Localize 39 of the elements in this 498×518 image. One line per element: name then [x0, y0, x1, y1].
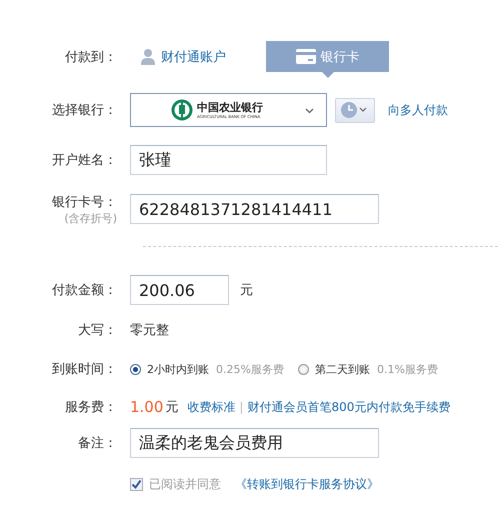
card-icon [296, 49, 316, 64]
field-label: 开户姓名： [51, 152, 118, 169]
agreement-text: 已阅读并同意 [149, 476, 221, 493]
name-input[interactable]: 张瑾 [130, 145, 327, 175]
bank-name: 中国农业银行 [197, 102, 263, 112]
fee-standard-link[interactable]: 收费标准 [187, 398, 236, 416]
checkmark-icon [131, 479, 142, 490]
pointer-icon [322, 72, 334, 78]
agreement-link[interactable]: 《转账到银行卡服务协议》 [235, 476, 379, 493]
field-label: 付款到： [64, 48, 118, 66]
currency-unit: 元 [165, 399, 178, 416]
field-label: 到账时间： [51, 361, 118, 378]
field-label: 服务费： [64, 399, 118, 416]
checkbox[interactable] [130, 478, 143, 491]
field-label: 选择银行： [51, 102, 118, 119]
amount-in-words: 零元整 [130, 322, 169, 339]
card-number-input[interactable]: 6228481371281414411 [130, 194, 379, 224]
chevron-down-icon [305, 108, 314, 114]
amount-input[interactable]: 200.06 [130, 275, 229, 305]
option-label[interactable]: 2小时内到账 [147, 362, 209, 376]
currency-unit: 元 [240, 282, 253, 299]
promo-link[interactable]: 财付通会员首笔800元内付款免手续费 [247, 398, 450, 416]
field-label: 银行卡号： [52, 194, 117, 211]
field-label: 付款金额： [51, 282, 118, 299]
payee-tab[interactable]: 财付通账户 [130, 41, 266, 72]
radio-button[interactable] [130, 364, 141, 374]
fee-rate: 0.1%服务费 [376, 362, 438, 376]
field-label: 大写： [77, 322, 118, 339]
note-input[interactable]: 温柔的老鬼会员费用 [130, 428, 379, 458]
field-label: 备注： [77, 435, 118, 452]
multi-payee-link[interactable]: 向多人付款 [388, 102, 448, 118]
option-label[interactable]: 第二天到账 [314, 362, 370, 376]
bank-logo-icon [171, 99, 193, 121]
link-separator: | [239, 400, 244, 414]
person-icon [140, 48, 156, 66]
fee-amount: 1.00 [130, 398, 164, 416]
radio-button[interactable] [298, 364, 309, 374]
field-hint: (含存折号) [64, 211, 117, 226]
fee-rate: 0.25%服务费 [216, 362, 284, 376]
